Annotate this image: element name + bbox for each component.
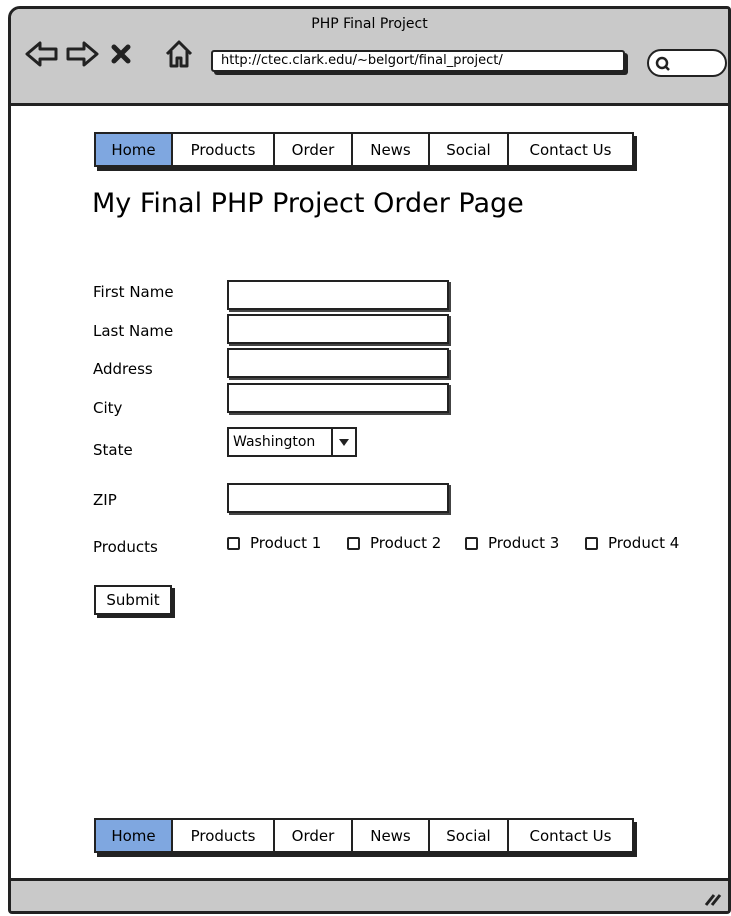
address-field[interactable] bbox=[227, 348, 449, 378]
search-field[interactable] bbox=[647, 49, 727, 77]
status-bar bbox=[11, 878, 728, 911]
product-2-checkbox[interactable]: Product 2 bbox=[347, 534, 441, 552]
nav-tab-products[interactable]: Products bbox=[173, 134, 275, 165]
search-icon bbox=[655, 56, 670, 71]
submit-button[interactable]: Submit bbox=[94, 585, 172, 615]
top-nav: Home Products Order News Social Contact … bbox=[94, 132, 634, 167]
browser-chrome: PHP Final Project http://ctec.clark.edu/… bbox=[11, 9, 728, 106]
product-3-checkbox[interactable]: Product 3 bbox=[465, 534, 559, 552]
footer-tab-products[interactable]: Products bbox=[173, 820, 275, 851]
checkbox-box[interactable] bbox=[347, 536, 360, 550]
product-3-label: Product 3 bbox=[488, 534, 560, 552]
address-label: Address bbox=[93, 360, 153, 378]
stop-icon[interactable] bbox=[106, 39, 136, 69]
state-label: State bbox=[93, 441, 133, 459]
nav-tab-contact-us[interactable]: Contact Us bbox=[509, 134, 632, 165]
url-input[interactable]: http://ctec.clark.edu/~belgort/final_pro… bbox=[211, 50, 625, 72]
first-name-field[interactable] bbox=[227, 280, 449, 310]
state-select[interactable]: Washington bbox=[227, 427, 357, 457]
products-label: Products bbox=[93, 538, 158, 556]
first-name-label: First Name bbox=[93, 283, 174, 301]
footer-tab-contact-us[interactable]: Contact Us bbox=[509, 820, 632, 851]
checkbox-box[interactable] bbox=[465, 536, 478, 550]
nav-tab-home[interactable]: Home bbox=[96, 134, 173, 165]
page-title: My Final PHP Project Order Page bbox=[92, 188, 524, 219]
home-icon[interactable] bbox=[164, 39, 194, 69]
zip-label: ZIP bbox=[93, 491, 117, 509]
footer-tab-news[interactable]: News bbox=[353, 820, 430, 851]
nav-tab-social[interactable]: Social bbox=[430, 134, 509, 165]
last-name-field[interactable] bbox=[227, 314, 449, 344]
footer-tab-order[interactable]: Order bbox=[275, 820, 353, 851]
state-select-value: Washington bbox=[233, 434, 316, 450]
city-field[interactable] bbox=[227, 383, 449, 413]
back-arrow-icon[interactable] bbox=[24, 39, 60, 69]
product-4-label: Product 4 bbox=[608, 534, 680, 552]
forward-arrow-icon[interactable] bbox=[64, 39, 100, 69]
last-name-label: Last Name bbox=[93, 322, 174, 340]
bottom-nav: Home Products Order News Social Contact … bbox=[94, 818, 634, 853]
resize-grip-icon[interactable] bbox=[702, 889, 722, 907]
zip-field[interactable] bbox=[227, 483, 449, 513]
product-4-checkbox[interactable]: Product 4 bbox=[585, 534, 679, 552]
product-1-checkbox[interactable]: Product 1 bbox=[227, 534, 321, 552]
footer-tab-home[interactable]: Home bbox=[96, 820, 173, 851]
product-1-label: Product 1 bbox=[250, 534, 322, 552]
checkbox-box[interactable] bbox=[227, 536, 240, 550]
chevron-down-icon bbox=[339, 439, 349, 446]
nav-tab-order[interactable]: Order bbox=[275, 134, 353, 165]
state-select-toggle[interactable] bbox=[331, 429, 355, 455]
window-title: PHP Final Project bbox=[311, 16, 428, 32]
product-2-label: Product 2 bbox=[370, 534, 442, 552]
footer-tab-social[interactable]: Social bbox=[430, 820, 509, 851]
checkbox-box[interactable] bbox=[585, 536, 598, 550]
city-label: City bbox=[93, 399, 123, 417]
nav-tab-news[interactable]: News bbox=[353, 134, 430, 165]
